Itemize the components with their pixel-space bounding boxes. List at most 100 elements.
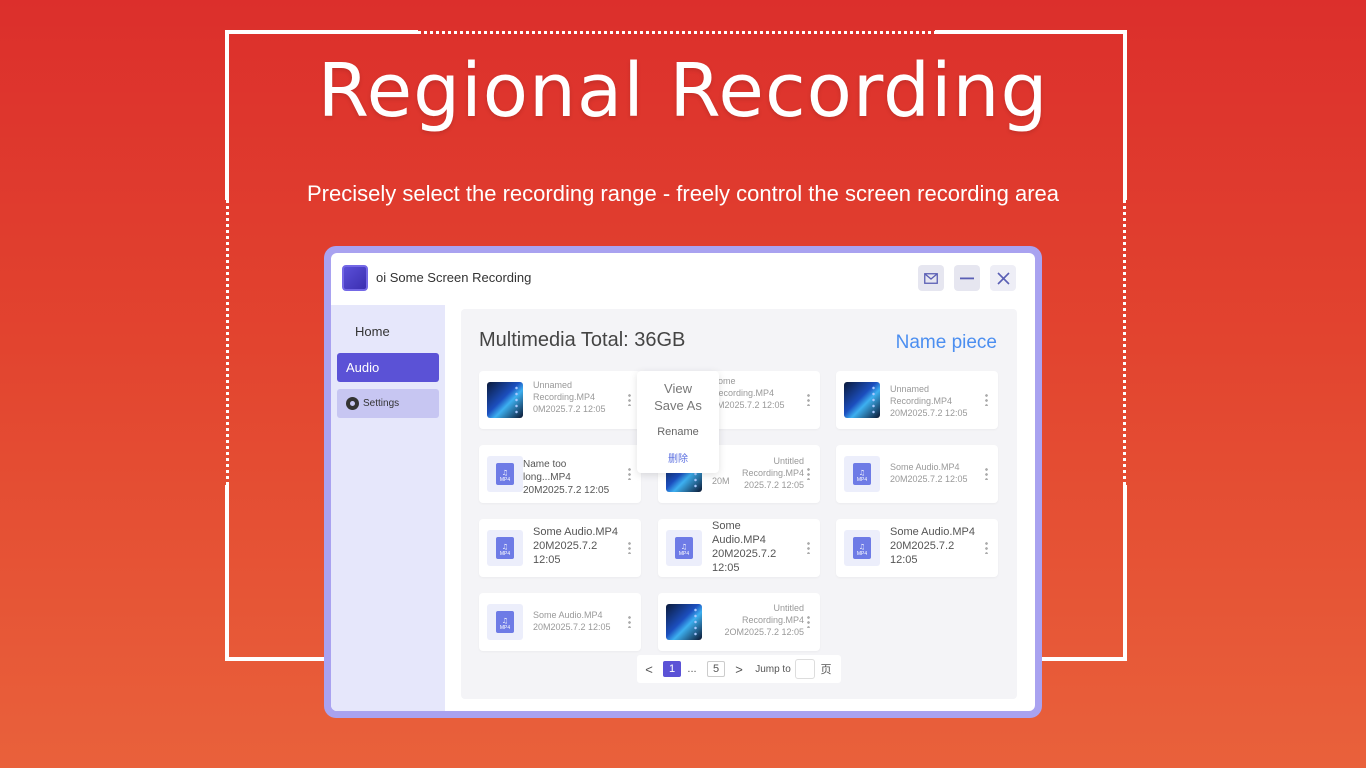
app-title: oi Some Screen Recording — [376, 270, 532, 285]
more-options-icon[interactable] — [807, 615, 810, 628]
more-options-icon[interactable] — [807, 467, 810, 480]
card-info: Some Recording.MP4 0M2025.7.2 12:05 — [712, 375, 804, 411]
more-options-icon[interactable] — [628, 393, 631, 406]
music-note-icon: ♫ — [501, 469, 509, 477]
frame-line — [225, 485, 229, 661]
title-bar: oi Some Screen Recording — [331, 253, 1035, 305]
frame-line — [935, 30, 1127, 34]
app-window: oi Some Screen Recording Home Audio Sett… — [331, 253, 1035, 711]
mp4-file-icon: ♫ MP4 — [666, 530, 702, 566]
jump-to-input[interactable] — [795, 659, 815, 679]
menu-item-save-as[interactable]: Save As — [637, 398, 719, 413]
card-info-line: Recording.MP4 — [533, 392, 596, 402]
sidebar-item-audio[interactable]: Audio — [337, 353, 439, 382]
frame-line — [1040, 657, 1127, 661]
name-piece-link[interactable]: Name piece — [896, 332, 997, 354]
frame-line — [1123, 485, 1127, 661]
frame-dotted-line — [226, 200, 229, 485]
card-info-line: 20M2025.7.2 — [890, 540, 955, 552]
card-info-line: Name too long...MP4 — [523, 459, 571, 483]
card-info-line: Some — [712, 520, 741, 532]
card-info-line: Recording.MP4 — [741, 615, 804, 625]
card-info-line: Unnamed — [533, 380, 573, 390]
card-info-line: 20M2025.7.2 12:05 — [890, 474, 968, 484]
page-button-current[interactable]: 1 — [663, 661, 681, 677]
more-options-icon[interactable] — [807, 393, 810, 406]
video-card[interactable]: Unnamed Recording.MP4 0M2025.7.2 12:05 — [479, 371, 641, 429]
card-info: Some Audio.MP4 20M2025.7.2 12:05 — [533, 609, 625, 633]
video-card[interactable]: Unnamed Recording.MP4 20M2025.7.2 12:05 — [836, 371, 998, 429]
card-info-line: Some — [712, 376, 736, 386]
minimize-button[interactable] — [954, 265, 980, 291]
card-info-line: 0M2025.7.2 12:05 — [533, 404, 606, 414]
file-extension-label: MP4 — [856, 477, 868, 483]
mp4-file-icon: ♫ MP4 — [844, 530, 880, 566]
audio-card[interactable]: ♫ MP4 Some Audio.MP4 20M2025.7.2 12:05 — [658, 519, 820, 577]
frame-dotted-line — [418, 31, 935, 34]
card-info-line: Untitled — [773, 603, 804, 613]
sidebar: Home Audio Settings — [331, 305, 445, 711]
card-info: Unnamed Recording.MP4 20M2025.7.2 12:05 — [890, 383, 982, 419]
menu-item-delete[interactable]: 删除 — [637, 450, 719, 465]
card-info-line: Some Audio.MP4 — [533, 610, 603, 620]
pagination: < 1 ... 5 > Jump to 页 — [637, 655, 841, 683]
more-options-icon[interactable] — [628, 541, 631, 554]
card-info-line: 12:05 — [533, 554, 561, 566]
close-icon — [996, 271, 1010, 285]
more-options-icon[interactable] — [985, 541, 988, 554]
sidebar-item-home[interactable]: Home — [337, 317, 439, 346]
music-note-icon: ♫ — [858, 543, 866, 551]
card-info: Unnamed Recording.MP4 0M2025.7.2 12:05 — [533, 379, 625, 415]
card-info: Name too long...MP4 20M2025.7.2 12:05 — [523, 458, 615, 497]
file-extension-label: MP4 — [499, 625, 511, 631]
audio-card[interactable]: ♫ MP4 Name too long...MP4 20M2025.7.2 12:05 — [479, 445, 641, 503]
page-button-last[interactable]: 5 — [707, 661, 725, 677]
card-info-line: 20M2025.7.2 12:05 — [890, 408, 968, 418]
more-options-icon[interactable] — [985, 393, 988, 406]
sidebar-item-settings[interactable]: Settings — [337, 389, 439, 418]
prev-page-button[interactable]: < — [643, 661, 655, 677]
card-info-line: Some Audio.MP4 — [890, 462, 960, 472]
next-page-button[interactable]: > — [733, 661, 745, 677]
audio-card[interactable]: ♫ MP4 Some Audio.MP4 20M2025.7.2 12:05 — [836, 445, 998, 503]
multimedia-total: Multimedia Total: 36GB — [479, 329, 686, 351]
menu-item-rename[interactable]: Rename — [637, 426, 719, 438]
mp4-file-icon: ♫ MP4 — [844, 456, 880, 492]
audio-card[interactable]: ♫ MP4 Some Audio.MP4 20M2025.7.2 12:05 — [479, 519, 641, 577]
more-options-icon[interactable] — [985, 467, 988, 480]
video-thumbnail — [844, 382, 880, 418]
page-unit-label: 页 — [820, 664, 832, 676]
card-info-line: 12:05 — [890, 554, 918, 566]
close-button[interactable] — [990, 265, 1016, 291]
card-info-line: Recording.MP4 — [890, 396, 953, 406]
card-info-line: Some Audio.MP4 — [890, 526, 975, 538]
minimize-icon — [960, 277, 974, 279]
card-info: Untitled Recording.MP4 2OM2025.7.2 12:05 — [712, 602, 804, 638]
music-note-icon: ♫ — [680, 543, 688, 551]
card-info: Some Audio.MP4 20M2025.7.2 12:05 — [712, 519, 804, 575]
menu-item-view[interactable]: View — [637, 381, 719, 396]
card-info-line: 12:05 — [712, 562, 740, 574]
audio-card[interactable]: ♫ MP4 Some Audio.MP4 20M2025.7.2 12:05 — [479, 593, 641, 651]
app-logo-icon — [342, 265, 368, 291]
jump-to-label: Jump to — [755, 663, 791, 675]
more-options-icon[interactable] — [807, 541, 810, 554]
card-info-line: 0M2025.7.2 12:05 — [712, 400, 785, 410]
audio-card[interactable]: ♫ MP4 Some Audio.MP4 20M2025.7.2 12:05 — [836, 519, 998, 577]
video-thumbnail — [666, 604, 702, 640]
card-info-line: 2OM2025.7.2 12:05 — [724, 627, 804, 637]
file-extension-label: MP4 — [678, 551, 690, 557]
card-info: Some Audio.MP4 20M2025.7.2 12:05 — [890, 461, 982, 485]
mail-button[interactable] — [918, 265, 944, 291]
mp4-file-icon: ♫ MP4 — [487, 530, 523, 566]
more-options-icon[interactable] — [628, 615, 631, 628]
card-info-line: Untitled — [773, 456, 804, 466]
video-card[interactable]: Untitled Recording.MP4 2OM2025.7.2 12:05 — [658, 593, 820, 651]
card-info-line: Audio.MP4 — [712, 534, 766, 546]
video-thumbnail — [487, 382, 523, 418]
frame-dotted-line — [1123, 200, 1126, 485]
mp4-file-icon: ♫ MP4 — [487, 604, 523, 640]
main-content: Multimedia Total: 36GB Name piece Unname… — [461, 309, 1017, 699]
more-options-icon[interactable] — [628, 467, 631, 480]
sidebar-item-label: Settings — [363, 398, 400, 409]
